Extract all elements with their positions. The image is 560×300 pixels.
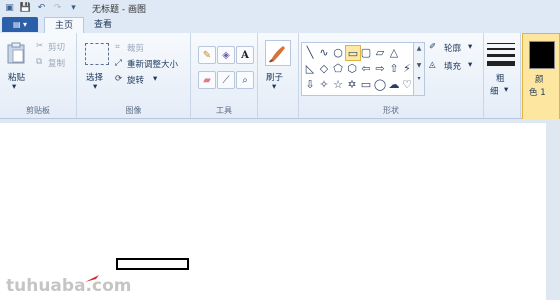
shape-rect-callout[interactable]: ▭ (359, 77, 373, 91)
paste-icon[interactable] (6, 41, 26, 65)
shapes-group-label: 形状 (383, 106, 399, 115)
fill-button[interactable]: 填充 (444, 60, 461, 72)
shapes-gallery: ╲ ∿ ○ ▭ ▢ ▱ △ ◺ ◇ ⬠ ⬡ ⇦ ⇨ ⇧ ⇩ ✧ ☆ ✡ ▭ ◯ … (301, 42, 415, 96)
shape-six-point-star[interactable]: ✡ (345, 77, 359, 91)
ribbon: 粘贴 ▾ ✂ 剪切 ⧉ 复制 剪贴板 选择 ▾ ⌗ 裁剪 ⤢ 重新调整大小 ⟳ … (0, 33, 560, 120)
shape-rounded-rectangle[interactable]: ▢ (359, 45, 373, 59)
color1-label-2: 色 1 (529, 88, 546, 98)
shape-right-arrow[interactable]: ⇨ (373, 61, 387, 75)
watermark: tuhuaba.com (6, 276, 132, 296)
paste-button[interactable]: 粘贴 (8, 71, 25, 83)
fill-dropdown-icon[interactable]: ▾ (468, 60, 472, 70)
outline-button[interactable]: 轮廓 (444, 42, 461, 54)
shape-oval[interactable]: ○ (331, 45, 345, 59)
shape-right-triangle[interactable]: ◺ (303, 61, 317, 75)
shape-lightning[interactable]: ⚡ (400, 61, 414, 75)
resize-icon: ⤢ (115, 58, 122, 68)
rotate-icon: ⟳ (115, 74, 123, 84)
app-icon[interactable]: ▣ (4, 2, 15, 13)
size-dropdown-icon[interactable]: ▾ (504, 85, 508, 95)
image-group-label: 图像 (125, 106, 142, 115)
fill-icon: ◬ (429, 60, 436, 70)
color1-button[interactable]: 颜 色 1 (522, 33, 560, 120)
clipboard-group-label: 剪贴板 (26, 106, 50, 115)
shape-hexagon[interactable]: ⬡ (345, 61, 359, 75)
size-label-1[interactable]: 粗 (496, 72, 505, 84)
resize-button[interactable]: 重新调整大小 (127, 58, 178, 70)
shape-cloud-callout[interactable]: ☁ (387, 77, 401, 91)
redo-icon[interactable]: ↷ (52, 2, 63, 13)
shape-line[interactable]: ╲ (303, 45, 317, 59)
color1-label-1: 颜 (535, 75, 544, 85)
crop-icon: ⌗ (115, 42, 120, 52)
brushes-dropdown-icon[interactable]: ▾ (272, 82, 276, 92)
outline-icon: ✐ (429, 42, 437, 52)
tools-group: ✎ ◈ A ▰ ⟋ ⌕ 工具 (191, 33, 258, 118)
line-size-icon[interactable] (487, 43, 515, 66)
tab-view[interactable]: 查看 (84, 17, 122, 33)
paste-dropdown-icon[interactable]: ▾ (12, 82, 16, 92)
copy-icon: ⧉ (36, 57, 43, 67)
select-icon[interactable] (85, 43, 109, 65)
shapes-expand-icon[interactable]: ▾ (414, 75, 424, 82)
file-menu-button[interactable]: ▤ ▾ (2, 17, 38, 32)
rotate-dropdown-icon[interactable]: ▾ (153, 74, 157, 84)
shape-curve[interactable]: ∿ (317, 45, 331, 59)
shape-four-point-star[interactable]: ✧ (317, 77, 331, 91)
window-title: 无标题 - 画图 (92, 5, 146, 15)
copy-button[interactable]: 复制 (48, 57, 65, 69)
rotate-button[interactable]: 旋转 (127, 74, 144, 86)
cut-button[interactable]: 剪切 (48, 41, 65, 53)
brushes-group: 刷子 ▾ (258, 33, 299, 118)
tab-home[interactable]: 主页 (44, 17, 85, 34)
text-tool-icon[interactable]: A (236, 46, 254, 64)
shape-polygon[interactable]: ▱ (373, 45, 387, 59)
brush-icon[interactable] (265, 40, 291, 66)
scroll-up-icon[interactable]: ▲ (414, 45, 424, 52)
eraser-icon[interactable]: ▰ (198, 71, 216, 89)
shape-triangle[interactable]: △ (387, 45, 401, 59)
shape-down-arrow[interactable]: ⇩ (303, 77, 317, 91)
save-icon[interactable]: 💾 (20, 2, 31, 13)
color1-swatch (529, 41, 555, 69)
size-label-2[interactable]: 细 (490, 85, 499, 97)
size-group: 粗 细 ▾ (484, 33, 521, 118)
shape-heart[interactable]: ♡ (400, 77, 414, 91)
magnifier-icon[interactable]: ⌕ (236, 71, 254, 89)
image-group: 选择 ▾ ⌗ 裁剪 ⤢ 重新调整大小 ⟳ 旋转 ▾ 图像 (77, 33, 191, 118)
shapes-scrollbar[interactable]: ▲ ▼ ▾ (413, 42, 425, 96)
drawn-rectangle[interactable] (116, 258, 189, 270)
tools-group-label: 工具 (216, 106, 232, 115)
fill-bucket-icon[interactable]: ◈ (217, 46, 235, 64)
shape-diamond[interactable]: ◇ (317, 61, 331, 75)
customize-quick-access-icon[interactable]: ▾ (68, 2, 79, 13)
ribbon-tab-row: ▤ ▾ 主页 查看 (0, 16, 560, 34)
scroll-down-icon[interactable]: ▼ (414, 62, 424, 69)
shape-pentagon[interactable]: ⬠ (331, 61, 345, 75)
shape-up-arrow[interactable]: ⇧ (387, 61, 401, 75)
crop-button[interactable]: 裁剪 (127, 42, 144, 54)
pencil-icon[interactable]: ✎ (198, 46, 216, 64)
shape-five-point-star[interactable]: ☆ (331, 77, 345, 91)
shape-oval-callout[interactable]: ◯ (373, 77, 387, 91)
clipboard-group: 粘贴 ▾ ✂ 剪切 ⧉ 复制 剪贴板 (0, 33, 77, 118)
cut-icon: ✂ (36, 41, 44, 51)
undo-icon[interactable]: ↶ (36, 2, 47, 13)
color-picker-icon[interactable]: ⟋ (217, 71, 235, 89)
shape-left-arrow[interactable]: ⇦ (359, 61, 373, 75)
drawing-canvas[interactable] (0, 123, 546, 300)
title-bar: ▣ 💾 ↶ ↷ ▾ 无标题 - 画图 (0, 0, 560, 17)
file-menu-icon: ▤ ▾ (12, 20, 28, 29)
select-dropdown-icon[interactable]: ▾ (93, 82, 97, 92)
outline-dropdown-icon[interactable]: ▾ (468, 42, 472, 52)
